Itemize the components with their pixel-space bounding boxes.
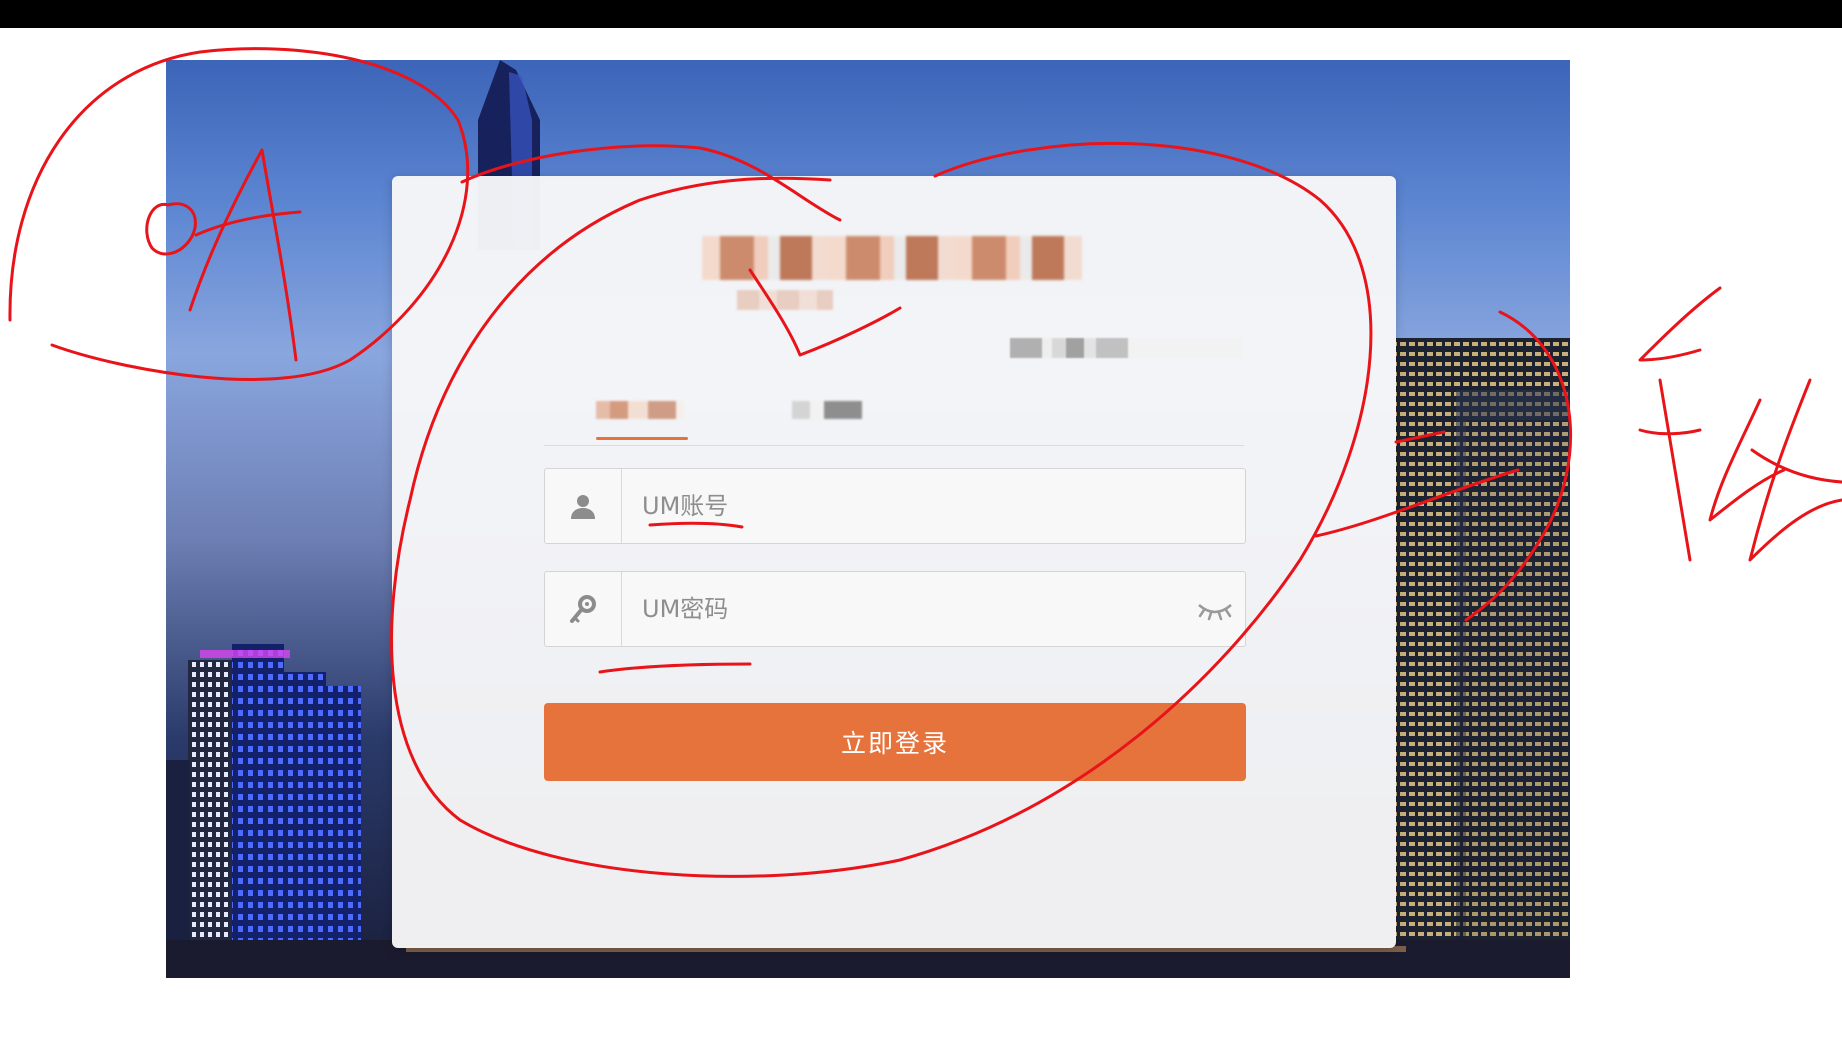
user-icon <box>545 469 622 543</box>
login-card: 立即登录 <box>392 176 1396 948</box>
tab-label-redacted <box>596 401 684 419</box>
key-icon <box>545 572 622 646</box>
tab-login-method-2[interactable] <box>776 389 876 441</box>
top-right-link-redacted[interactable] <box>1010 338 1242 358</box>
password-input[interactable] <box>622 574 1185 644</box>
brand-subtitle-redacted <box>737 290 833 310</box>
login-tabs <box>544 381 1244 446</box>
tab-label-redacted <box>792 401 862 419</box>
brand-title-redacted <box>702 236 1082 280</box>
login-submit-button[interactable]: 立即登录 <box>544 703 1246 781</box>
username-field <box>544 468 1246 544</box>
password-field <box>544 571 1246 647</box>
active-tab-indicator <box>596 437 688 440</box>
eye-closed-icon[interactable] <box>1185 579 1245 639</box>
tab-login-method-1[interactable] <box>596 389 696 441</box>
annotation-handwriting-right <box>1638 286 1842 562</box>
top-black-bar <box>0 0 1842 28</box>
username-input[interactable] <box>622 471 1245 541</box>
